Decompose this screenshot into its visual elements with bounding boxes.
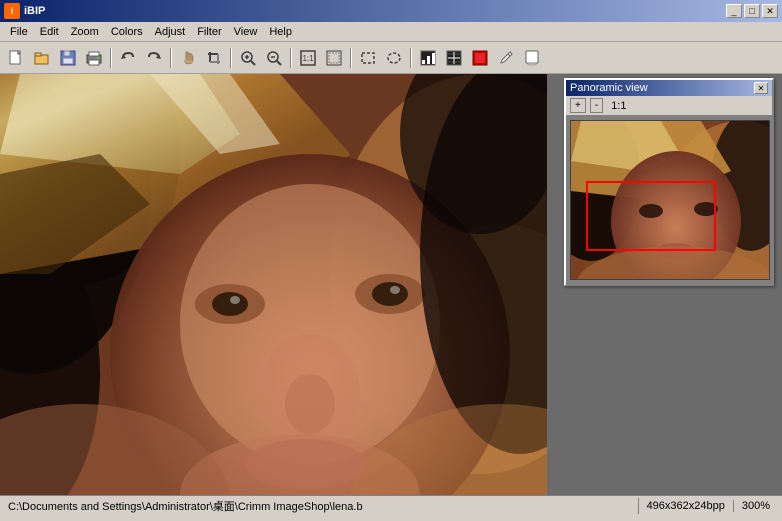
menu-adjust[interactable]: Adjust: [149, 24, 192, 40]
panoramic-toolbar: + - 1:1: [566, 96, 772, 116]
panoramic-title-text: Panoramic view: [570, 82, 648, 94]
marker-button[interactable]: [520, 46, 544, 70]
menu-colors[interactable]: Colors: [105, 24, 149, 40]
separator-1: [110, 48, 112, 68]
hand-tool-button[interactable]: [176, 46, 200, 70]
panoramic-image[interactable]: [570, 120, 770, 280]
open-button[interactable]: [30, 46, 54, 70]
title-bar: i iBIP _ □ ✕: [0, 0, 782, 22]
circ-select-button[interactable]: [382, 46, 406, 70]
status-info: 496x362x24bpp: [639, 500, 734, 512]
panoramic-selection-rect: [586, 181, 716, 251]
menu-filter[interactable]: Filter: [191, 24, 227, 40]
image-canvas[interactable]: [0, 74, 547, 495]
separator-5: [350, 48, 352, 68]
zoom-out-button[interactable]: [262, 46, 286, 70]
panoramic-zoom-out[interactable]: -: [590, 98, 603, 113]
separator-2: [170, 48, 172, 68]
app-icon: i: [4, 3, 20, 19]
title-bar-left: i iBIP: [4, 3, 45, 19]
status-path: C:\Documents and Settings\Administrator\…: [4, 498, 639, 514]
levels-button[interactable]: [416, 46, 440, 70]
red-channel-button[interactable]: [468, 46, 492, 70]
panoramic-zoom-in[interactable]: +: [570, 98, 586, 113]
pencil-button[interactable]: [494, 46, 518, 70]
crop-tool-button[interactable]: [202, 46, 226, 70]
new-button[interactable]: [4, 46, 28, 70]
menu-file[interactable]: File: [4, 24, 34, 40]
menu-zoom[interactable]: Zoom: [65, 24, 105, 40]
close-button[interactable]: ✕: [762, 4, 778, 18]
menu-help[interactable]: Help: [263, 24, 298, 40]
panoramic-zoom-level: 1:1: [607, 100, 630, 112]
print-button[interactable]: [82, 46, 106, 70]
panoramic-image-container: [566, 116, 772, 284]
panoramic-title-bar: Panoramic view ✕: [566, 80, 772, 96]
actual-size-button[interactable]: 1:1: [296, 46, 320, 70]
main-area: Panoramic view ✕ + - 1:1: [0, 74, 782, 495]
minimize-button[interactable]: _: [726, 4, 742, 18]
status-zoom: 300%: [734, 500, 778, 512]
separator-3: [230, 48, 232, 68]
redo-button[interactable]: [142, 46, 166, 70]
separator-6: [410, 48, 412, 68]
menu-view[interactable]: View: [228, 24, 264, 40]
svg-text:1:1: 1:1: [302, 54, 314, 63]
save-button[interactable]: [56, 46, 80, 70]
maximize-button[interactable]: □: [744, 4, 760, 18]
undo-button[interactable]: [116, 46, 140, 70]
rect-select-button[interactable]: [356, 46, 380, 70]
zoom-in-button[interactable]: [236, 46, 260, 70]
separator-4: [290, 48, 292, 68]
fit-window-button[interactable]: [322, 46, 346, 70]
title-buttons: _ □ ✕: [726, 4, 778, 18]
panoramic-panel: Panoramic view ✕ + - 1:1: [564, 78, 774, 286]
menu-bar: File Edit Zoom Colors Adjust Filter View…: [0, 22, 782, 42]
channels-button[interactable]: [442, 46, 466, 70]
toolbar: 1:1: [0, 42, 782, 74]
app-title: iBIP: [24, 5, 45, 17]
panoramic-close-button[interactable]: ✕: [754, 82, 768, 94]
menu-edit[interactable]: Edit: [34, 24, 65, 40]
status-bar: C:\Documents and Settings\Administrator\…: [0, 495, 782, 515]
